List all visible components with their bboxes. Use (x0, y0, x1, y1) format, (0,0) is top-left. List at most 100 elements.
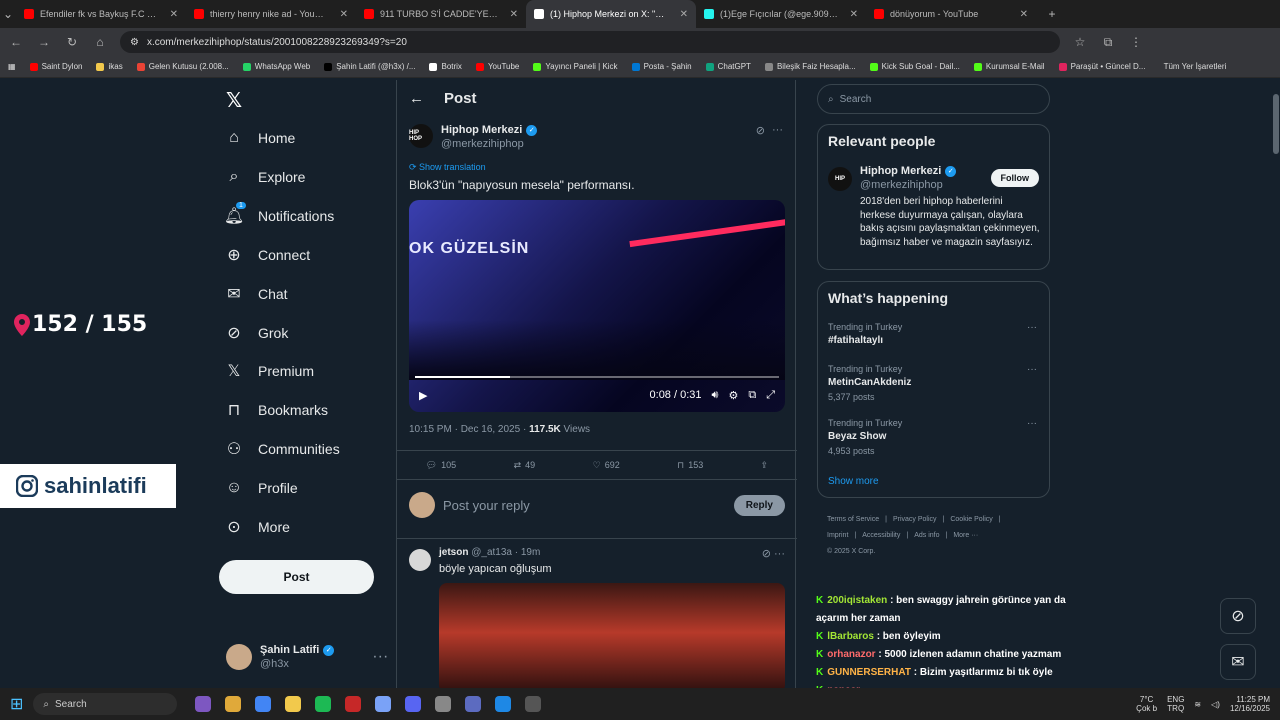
close-icon[interactable]: ✕ (510, 9, 518, 20)
bookmark-item[interactable]: Yayıncı Paneli | Kick (533, 62, 618, 71)
nav-notifications[interactable]: 🔔︎ 1 Notifications (224, 201, 334, 226)
nav-grok[interactable]: ⊘ Grok (224, 323, 288, 343)
close-icon[interactable]: ✕ (170, 9, 178, 20)
trend-item[interactable]: Trending in Turkey Beyaz Show 4,953 posts (828, 418, 902, 456)
browser-tab[interactable]: (1) Hiphop Merkezi on X: "Blok3 ✕ (526, 0, 696, 28)
taskbar-app-icon[interactable] (525, 696, 542, 712)
browser-tab[interactable]: dönüyorum - YouTube ✕ (866, 0, 1036, 28)
language-indicator[interactable]: ENG TRQ (1167, 695, 1184, 713)
taskbar-app-icon[interactable] (195, 696, 212, 712)
bookmark-item[interactable]: Kurumsal E-Mail (973, 62, 1045, 71)
bookmark-item[interactable]: Şahin Latifi (@h3x) /... (324, 62, 415, 71)
extensions-icon[interactable]: ⧉ (1100, 35, 1116, 50)
taskbar-app-icon[interactable] (495, 696, 512, 712)
home-icon[interactable]: ⌂ (92, 35, 108, 49)
bookmark-item[interactable]: Posta - Şahin (631, 62, 692, 71)
footer-link[interactable]: Privacy Policy (893, 516, 937, 523)
grok-float-button[interactable]: ⊘ (1220, 598, 1256, 634)
nav-home[interactable]: ⌂ Home (224, 128, 295, 148)
fullscreen-icon[interactable]: ⤢ (766, 389, 775, 402)
bookmark-item[interactable]: Kick Sub Goal - Dail... (869, 62, 960, 71)
footer-link[interactable]: More ··· (953, 532, 978, 539)
close-icon[interactable]: ✕ (850, 9, 858, 20)
video-player[interactable]: OK GÜZELSİN ▶ 0:08 / 0:31 🔊︎ ⚙ ⧉ ⤢ (409, 200, 785, 412)
show-translation-link[interactable]: ⟳ Show translation (409, 162, 486, 173)
taskbar-app-icon[interactable] (315, 696, 332, 712)
bookmark-item[interactable]: ChatGPT (705, 62, 751, 71)
menu-icon[interactable]: ⋮ (1128, 35, 1144, 49)
more-dots-icon[interactable]: ··· (1027, 322, 1037, 333)
taskbar-app-icon[interactable] (465, 696, 482, 712)
nav-chat[interactable]: ✉ Chat (224, 284, 287, 304)
bookmark-item[interactable]: Saint Dylon (29, 62, 82, 71)
browser-tab[interactable]: thierry henry nike ad - YouTube ✕ (186, 0, 356, 28)
taskbar-app-icon[interactable] (435, 696, 452, 712)
rp-handle[interactable]: @merkezihiphop (860, 179, 956, 191)
follow-button[interactable]: Follow (990, 169, 1039, 187)
grok-icon[interactable]: ⊘ (756, 124, 765, 137)
nav-profile[interactable]: ☺ Profile (224, 478, 298, 498)
trend-item[interactable]: Trending in Turkey #fatihaltaylı (828, 322, 902, 350)
bookmark-item[interactable]: WhatsApp Web (242, 62, 310, 71)
browser-tab[interactable]: 911 TURBO S'İ CADDE'YE İNDİRDİ✕ (356, 0, 526, 28)
wifi-icon[interactable]: ≋ (1194, 700, 1201, 709)
taskbar-app-icon[interactable] (405, 696, 422, 712)
bookmark-item[interactable]: Bileşik Faiz Hesapla... (764, 62, 856, 71)
show-more-link[interactable]: Show more (828, 476, 879, 487)
close-icon[interactable]: ✕ (340, 9, 348, 20)
browser-tab[interactable]: (1)Ege Fıçıcılar (@ege.909) | TikTok✕ (696, 0, 866, 28)
windows-start-icon[interactable]: ⊞ (10, 694, 23, 714)
bookmark-item[interactable]: Paraşüt • Güncel D... (1058, 62, 1145, 71)
bookmark-item[interactable]: Gelen Kutusu (2.008... (136, 62, 229, 71)
nav-bookmarks[interactable]: ⊓ Bookmarks (224, 400, 328, 420)
more-dots-icon[interactable]: ··· (1027, 364, 1037, 375)
nav-more[interactable]: ⊙ More (224, 517, 290, 537)
post-author[interactable]: HIP HOP Hiphop Merkezi ✓ @merkezihiphop (409, 124, 538, 150)
play-icon[interactable]: ▶ (419, 389, 427, 402)
settings-icon[interactable]: ⚙ (728, 389, 738, 402)
reload-icon[interactable]: ↻ (64, 35, 80, 49)
back-icon[interactable]: ← (8, 35, 24, 49)
volume-icon[interactable]: ◁) (1211, 700, 1220, 709)
nav-premium[interactable]: 𝕏 Premium (224, 361, 314, 381)
reply-button[interactable]: Reply (733, 494, 785, 516)
account-switcher[interactable]: Şahin Latifi ✓ @h3x ··· (226, 644, 388, 670)
apps-icon[interactable]: ▦ (8, 62, 16, 71)
more-dots-icon[interactable]: ··· (1027, 418, 1037, 429)
more-dots-icon[interactable]: ··· (372, 648, 388, 666)
more-dots-icon[interactable]: ⊘ ··· (762, 547, 785, 560)
tab-search-icon[interactable]: ⌄ (0, 7, 16, 21)
reply-item[interactable]: jetson @_at13a · 19m ⊘ ··· böyle yapıcan… (397, 538, 797, 693)
footer-link[interactable]: Imprint (827, 532, 848, 539)
messages-float-button[interactable]: ✉ (1220, 644, 1256, 680)
nav-communities[interactable]: ⚇ Communities (224, 439, 340, 459)
taskbar-app-icon[interactable] (345, 696, 362, 712)
repost-action[interactable]: ⇄ 49 (514, 460, 536, 471)
post-button[interactable]: Post (219, 560, 374, 594)
nav-explore[interactable]: ⌕ Explore (224, 167, 306, 187)
footer-link[interactable]: Ads info (914, 532, 939, 539)
author-name[interactable]: Hiphop Merkezi (441, 124, 522, 136)
reply-input[interactable]: Post your reply (443, 498, 726, 513)
clock[interactable]: 11:25 PM 12/16/2025 (1230, 695, 1270, 713)
pip-icon[interactable]: ⧉ (748, 389, 756, 402)
taskbar-app-icon[interactable] (285, 696, 302, 712)
trend-item[interactable]: Trending in Turkey MetinCanAkdeniz 5,377 p… (828, 364, 911, 402)
forward-icon[interactable]: → (36, 35, 52, 49)
close-icon[interactable]: ✕ (680, 9, 688, 20)
share-action[interactable]: ⇪ (761, 460, 769, 471)
avatar[interactable]: HIP HOP (409, 124, 433, 148)
x-logo-icon[interactable]: 𝕏 (226, 88, 242, 113)
new-tab-icon[interactable]: + (1044, 7, 1060, 21)
footer-link[interactable]: Cookie Policy (950, 516, 992, 523)
author-handle[interactable]: @merkezihiphop (441, 138, 537, 150)
taskbar-app-icon[interactable] (375, 696, 392, 712)
taskbar-app-icon[interactable] (255, 696, 272, 712)
bookmark-action[interactable]: ⊓ 153 (677, 460, 703, 471)
footer-link[interactable]: Accessibility (862, 532, 900, 539)
avatar[interactable] (409, 549, 431, 571)
reply-media[interactable] (439, 583, 785, 693)
address-bar[interactable]: ⚙ x.com/merkezihiphop/status/20010082289… (120, 31, 1060, 53)
taskbar-app-icon[interactable] (225, 696, 242, 712)
like-action[interactable]: ♡ 692 (593, 460, 620, 471)
